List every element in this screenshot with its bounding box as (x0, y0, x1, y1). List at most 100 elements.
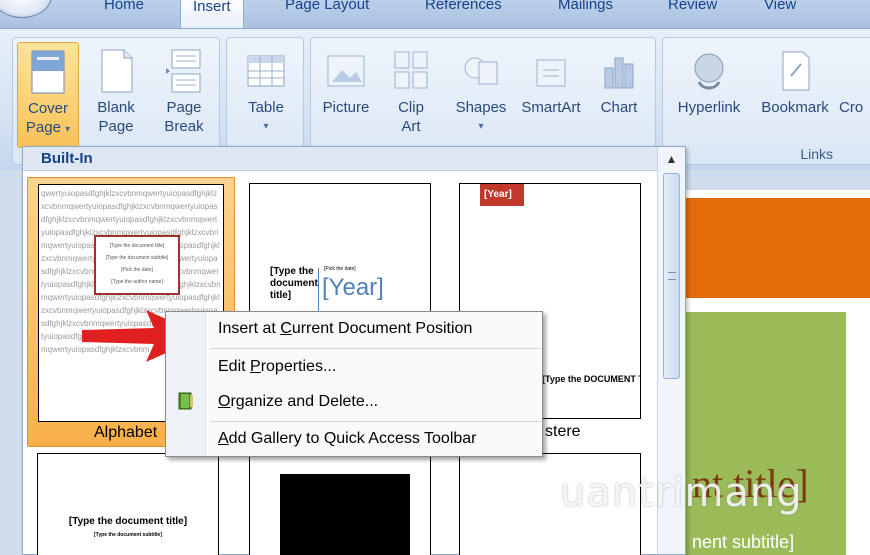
table-icon (247, 55, 285, 87)
tab-page-layout[interactable]: Page Layout (285, 0, 369, 19)
conservative-year: [Year] (322, 274, 384, 301)
third-title: [Type the DOCUMENT TITLE] (542, 374, 640, 384)
menu-item-edit-properties[interactable]: Edit Properties... (218, 358, 336, 376)
page-break-button[interactable]: Page Break (153, 48, 215, 136)
gallery-header: Built-In (23, 147, 657, 171)
chevron-down-icon: ▾ (478, 121, 484, 132)
alphabet-label: Alphabet (94, 424, 158, 441)
gallery-item-row2-2[interactable] (249, 453, 431, 555)
page-break-icon (166, 49, 201, 93)
smartart-icon (536, 59, 566, 87)
hyperlink-icon (694, 53, 724, 90)
tab-references[interactable]: References (425, 0, 502, 19)
shapes-label: Shapes (455, 99, 507, 116)
row2-black-block (280, 474, 410, 555)
scroll-thumb[interactable] (663, 173, 680, 379)
tab-view[interactable]: View (764, 0, 796, 19)
shapes-button[interactable]: Shapes ▾ (447, 48, 515, 136)
page-break-label: Page (166, 99, 202, 116)
clip-art-label: Clip (398, 99, 424, 116)
tab-insert[interactable]: Insert (180, 0, 244, 28)
cross-reference-button[interactable]: Cro (839, 48, 870, 117)
chart-icon (604, 57, 634, 89)
menu-item-insert-at-current-position[interactable]: Insert at Current Document Position (218, 320, 472, 338)
menu-item-add-gallery-qat[interactable]: Add Gallery to Quick Access Toolbar (218, 430, 477, 448)
picture-button[interactable]: Picture (315, 48, 377, 117)
tab-review[interactable]: Review (668, 0, 717, 19)
watermark-text: uantrimang (560, 470, 803, 516)
cover-page-label: Cover (27, 100, 68, 117)
alphabet-box-author: [Type the author name] (111, 279, 163, 285)
chart-label: Chart (600, 99, 638, 116)
menu-accel: A (218, 430, 229, 447)
scroll-up-icon[interactable]: ▲ (658, 147, 685, 171)
row2-subtitle: [Type the document subtitle] (94, 532, 162, 538)
gallery-header-label: Built-In (41, 150, 93, 167)
row2-title: [Type the document title] (68, 516, 188, 527)
hyperlink-label: Hyperlink (677, 99, 741, 116)
hyperlink-button[interactable]: Hyperlink (669, 48, 749, 117)
third-year: [Year] (484, 189, 512, 200)
tab-home[interactable]: Home (104, 0, 144, 19)
links-group: Hyperlink Bookmark Cro Links (662, 37, 870, 165)
menu-item-organize-delete[interactable]: Organize and Delete... (218, 393, 378, 411)
bookmark-label: Bookmark (761, 99, 829, 116)
chevron-down-icon: ▾ (263, 121, 269, 132)
picture-icon (327, 55, 365, 87)
conservative-date: [Pick the date] (324, 266, 356, 272)
menu-accel: P (250, 358, 261, 375)
ribbon-tab-bar: Home Insert Page Layout References Maili… (0, 0, 870, 28)
tab-mailings[interactable]: Mailings (558, 0, 613, 19)
blank-page-label: Blank (97, 99, 135, 116)
alphabet-box-subtitle: [Type the document subtitle] (105, 255, 169, 261)
menu-accel: O (218, 393, 231, 410)
clip-art-button[interactable]: Clip Art (381, 48, 441, 136)
smartart-button[interactable]: SmartArt (515, 48, 587, 117)
cross-reference-label: Cro (839, 99, 864, 116)
document-green-band (670, 312, 846, 555)
table-label: Table (248, 99, 284, 116)
blank-page-button[interactable]: Blank Page (85, 48, 147, 136)
third-year-bar: [Year] (480, 184, 524, 206)
shapes-icon (464, 57, 498, 85)
blank-page-icon (101, 49, 133, 93)
menu-separator (210, 421, 540, 422)
cross-reference-icon (839, 48, 870, 98)
third-small-text (480, 214, 481, 218)
picture-label: Picture (322, 99, 370, 116)
menu-text: dd Gallery to Quick Access Toolbar (228, 430, 477, 447)
menu-text: rganize and Delete... (230, 393, 379, 410)
chart-button[interactable]: Chart (589, 48, 649, 117)
menu-separator (210, 348, 540, 349)
cover-page-icon (31, 50, 65, 94)
page-break-label-2: Break (164, 118, 204, 135)
office-button[interactable] (0, 0, 52, 18)
menu-text: Insert at (218, 320, 281, 337)
blank-page-label-2: Page (98, 118, 134, 135)
alphabet-title-box: [Type the document title] [Type the docu… (94, 235, 180, 295)
gallery-item-row2-1[interactable]: [Type the document title] [Type the docu… (37, 453, 219, 555)
smartart-label: SmartArt (521, 99, 581, 116)
menu-text: urrent Document Position (291, 320, 473, 337)
organize-book-icon (178, 392, 193, 410)
clip-art-label-2: Art (401, 118, 421, 135)
menu-text: roperties... (260, 358, 337, 375)
grip-icon (668, 272, 676, 280)
table-button[interactable]: Table ▾ (235, 48, 297, 136)
chevron-down-icon: ▾ (65, 124, 71, 135)
bookmark-icon (782, 51, 810, 91)
document-subtitle: nent subtitle] (692, 532, 795, 552)
menu-accel: C (280, 320, 292, 337)
context-menu: Insert at Current Document Position Edit… (165, 311, 543, 457)
conservative-title: [Type the document title] (270, 266, 318, 301)
alphabet-box-title: [Type the document title] (109, 243, 165, 249)
clip-art-icon (394, 51, 428, 89)
menu-icon-strip (166, 312, 206, 456)
menu-text: Edit (218, 358, 251, 375)
document-orange-band (670, 198, 870, 298)
bookmark-button[interactable]: Bookmark (753, 48, 837, 117)
alphabet-box-date: [Pick the date] (121, 267, 153, 273)
cover-page-label-2: Page (25, 119, 61, 136)
links-group-label: Links (800, 146, 833, 162)
cover-page-button[interactable]: Cover Page ▾ (17, 42, 79, 148)
